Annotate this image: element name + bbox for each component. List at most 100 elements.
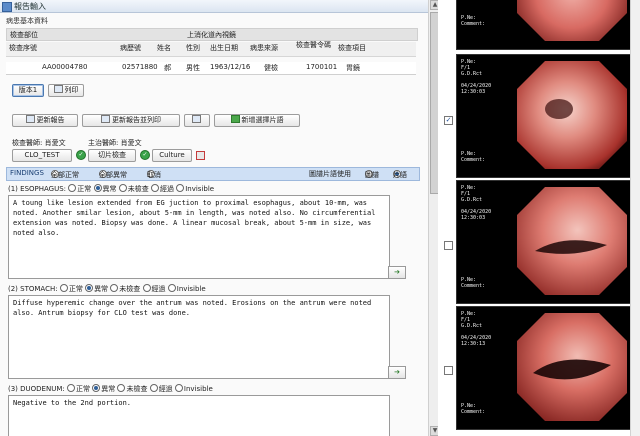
esophagus-insert-button[interactable]: ➔ xyxy=(388,266,406,279)
organ-stomach-row: (2) STOMACH: 正常 異常 未檢查 經過 Invisible xyxy=(8,284,206,294)
endoscopy-image xyxy=(517,187,627,295)
version-button[interactable]: 版本1 xyxy=(12,84,44,97)
main-doctor-label: 主治醫師: 肖愛文 xyxy=(88,139,142,147)
radio-icon xyxy=(176,184,185,192)
esophagus-findings-text[interactable]: A toung like lesion extended from EG juc… xyxy=(8,195,390,279)
update-report-button[interactable]: 更新報告 xyxy=(12,114,78,127)
dept-header-row: 檢查部位 上消化道內視鏡 xyxy=(6,28,418,41)
culture-button[interactable]: Culture xyxy=(152,149,192,162)
window-titlebar: 報告輸入 xyxy=(0,0,428,13)
opt-abnormal[interactable]: 異常 xyxy=(92,384,115,393)
report-panel: 報告輸入 病患基本資料 檢查部位 上消化道內視鏡 檢查序號 病歷號 姓名 性別 … xyxy=(0,0,429,436)
stomach-insert-button[interactable]: ➔ xyxy=(388,366,406,379)
col-name: 姓名 xyxy=(157,44,171,52)
col-exam-item: 檢查項目 xyxy=(338,44,366,52)
print-save-icon xyxy=(101,115,110,123)
thumbnail-caption: P.Ne: Comment: xyxy=(461,15,486,27)
insert-icon: ➔ xyxy=(394,368,400,376)
cell-source: 健檢 xyxy=(264,64,278,72)
print-button[interactable]: 列印 xyxy=(48,84,84,97)
thumbnail-caption: P.Ne: F/1 G.D.Rct 04/24/2020 12:30:03 xyxy=(461,185,492,221)
radio-icon xyxy=(150,184,159,192)
thumbnail-scrollbar[interactable] xyxy=(630,0,640,436)
cell-exam-no: AA00004780 xyxy=(42,63,88,71)
radio-icon xyxy=(59,284,68,292)
radio-icon xyxy=(167,284,176,292)
opt-passed[interactable]: 經過 xyxy=(142,284,166,293)
image-thumbnail-list: P.Ne: Comment: ✓ P.Ne: F/1 G.D.Rct 04/24… xyxy=(438,0,640,436)
copy-button[interactable] xyxy=(184,114,210,127)
window-title: 報告輸入 xyxy=(14,2,46,11)
cell-exam-item: 胃鏡 xyxy=(346,64,360,72)
col-order-code: 檢查醫令碼 xyxy=(296,41,331,49)
culture-status-icon xyxy=(196,151,205,160)
cell-name: 郝 xyxy=(164,64,171,72)
thumbnail-caption: P.Ne: F/1 G.D.Rct 04/24/2020 12:30:03 xyxy=(461,59,492,95)
update-report-print-button[interactable]: 更新報告並列印 xyxy=(82,114,180,127)
cell-chart-no: 02571880 xyxy=(122,63,158,71)
cell-sex: 男性 xyxy=(186,64,200,72)
save-icon xyxy=(25,115,35,123)
radio-selected-icon xyxy=(85,284,94,292)
patient-row[interactable]: AA00004780 02571880 郝 男性 1963/12/16 健檢 1… xyxy=(6,62,416,75)
opt-not-examined[interactable]: 未檢查 xyxy=(117,384,147,393)
copy-icon xyxy=(191,115,201,123)
findings-bar: FINDINGS 全部正常 全部異常 取消 圖譜片語使用 圖譜 片語 xyxy=(6,167,420,181)
thumbnail-comment: P.Ne: Comment: xyxy=(461,277,486,289)
radio-selected-icon xyxy=(93,184,102,192)
radio-icon xyxy=(142,284,151,292)
opt-abnormal[interactable]: 異常 xyxy=(85,284,108,293)
findings-label: FINDINGS xyxy=(10,169,44,177)
col-dob: 出生日期 xyxy=(210,44,238,52)
opt-invisible[interactable]: Invisible xyxy=(167,284,206,293)
add-icon xyxy=(230,115,240,123)
clo-check-icon: ✓ xyxy=(76,150,86,160)
patient-columns-header: 檢查序號 病歷號 姓名 性別 出生日期 病患來源 檢查醫令碼 檢查項目 xyxy=(6,42,416,57)
endoscopy-image xyxy=(517,0,627,41)
thumbnail-caption: P.Ne: F/1 G.D.Rct 04/24/2020 12:30:13 xyxy=(461,311,492,347)
endoscopy-image xyxy=(517,313,627,421)
endoscopy-thumbnail[interactable]: P.Ne: F/1 G.D.Rct 04/24/2020 12:30:03 P.… xyxy=(456,54,632,178)
col-source: 病患來源 xyxy=(250,44,278,52)
col-sex: 性別 xyxy=(186,44,200,52)
organ-name: (3) DUODENUM: xyxy=(8,385,65,393)
printer-icon xyxy=(53,85,63,93)
col-chart-no: 病歷號 xyxy=(120,44,141,52)
clo-test-button[interactable]: CLO_TEST xyxy=(12,149,72,162)
radio-icon xyxy=(68,184,77,192)
opt-normal[interactable]: 正常 xyxy=(68,184,91,193)
dept-value: 上消化道內視鏡 xyxy=(187,31,236,39)
opt-invisible[interactable]: Invisible xyxy=(174,384,213,393)
thumbnail-checkbox[interactable] xyxy=(444,366,453,375)
pathology-check-icon: ✓ xyxy=(140,150,150,160)
opt-invisible[interactable]: Invisible xyxy=(176,184,214,193)
organ-duodenum-row: (3) DUODENUM: 正常 異常 未檢查 經過 Invisible xyxy=(8,384,213,394)
endoscopy-thumbnail[interactable]: P.Ne: F/1 G.D.Rct 04/24/2020 12:30:03 P.… xyxy=(456,180,632,304)
organ-esophagus-row: (1) ESOPHAGUS: 正常 異常 未檢查 經過 Invisible xyxy=(8,184,214,194)
opt-normal[interactable]: 正常 xyxy=(59,284,83,293)
organ-name: (1) ESOPHAGUS: xyxy=(8,185,67,193)
endoscopy-thumbnail[interactable]: P.Ne: F/1 G.D.Rct 04/24/2020 12:30:13 P.… xyxy=(456,306,632,430)
opt-not-examined[interactable]: 未檢查 xyxy=(118,184,149,193)
new-image-button[interactable]: 新增選擇片語 xyxy=(214,114,300,127)
dept-label: 檢查部位 xyxy=(10,31,38,39)
organ-name: (2) STOMACH: xyxy=(8,285,58,293)
thumbnail-comment: P.Ne: Comment: xyxy=(461,403,486,415)
opt-not-examined[interactable]: 未檢查 xyxy=(110,284,140,293)
opt-abnormal[interactable]: 異常 xyxy=(93,184,117,193)
thumbnail-checkbox[interactable] xyxy=(444,241,453,250)
exam-doctor-label: 檢查醫師: 肖愛文 xyxy=(12,139,66,147)
endoscopy-thumbnail[interactable]: P.Ne: Comment: xyxy=(456,0,632,50)
opt-passed[interactable]: 經過 xyxy=(149,384,173,393)
view-mode-label: 圖譜片語使用 xyxy=(309,170,351,178)
stomach-findings-text[interactable]: Diffuse hyperemic change over the antrum… xyxy=(8,295,390,379)
radio-icon xyxy=(149,384,158,392)
pathology-button[interactable]: 切片檢查 xyxy=(88,149,136,162)
cell-dob: 1963/12/16 xyxy=(210,63,251,71)
opt-passed[interactable]: 經過 xyxy=(150,184,174,193)
cell-order-code: 1700101 xyxy=(306,63,338,71)
duodenum-findings-text[interactable]: Negative to the 2nd portion. xyxy=(8,395,390,436)
insert-icon: ➔ xyxy=(394,268,400,276)
opt-normal[interactable]: 正常 xyxy=(66,384,90,393)
thumbnail-checkbox[interactable]: ✓ xyxy=(444,116,453,125)
